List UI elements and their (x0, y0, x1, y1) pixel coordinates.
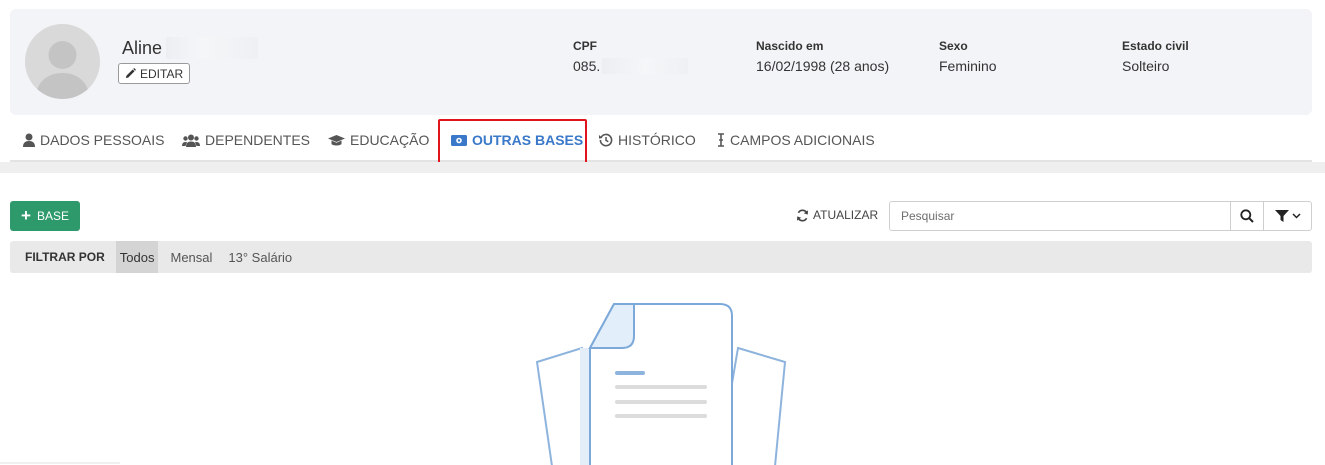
filter-option-mensal[interactable]: Mensal (162, 241, 220, 273)
tab-outras-bases[interactable]: OUTRAS BASES (451, 118, 583, 162)
history-icon (599, 133, 613, 147)
refresh-label: ATUALIZAR (813, 208, 879, 222)
tab-label: CAMPOS ADICIONAIS (730, 132, 875, 148)
add-base-button[interactable]: + BASE (10, 201, 80, 231)
chevron-down-icon (1291, 213, 1301, 219)
plus-icon: + (21, 205, 31, 225)
tab-educacao[interactable]: EDUCAÇÃO (328, 118, 429, 162)
sex-value: Feminino (939, 58, 997, 74)
search-box (889, 201, 1312, 231)
filter-dropdown-button[interactable] (1263, 202, 1311, 230)
filter-label: FILTRAR POR (25, 250, 105, 264)
text-cursor-icon (718, 133, 724, 147)
redacted-last-name (166, 37, 259, 59)
tab-label: DADOS PESSOAIS (40, 132, 165, 148)
profile-card: Aline EDITAR CPF 085. Nascido em 16/02/1… (10, 9, 1312, 115)
users-icon (182, 134, 200, 147)
civil-status-field: Estado civil Solteiro (1122, 39, 1189, 74)
filter-option-13-salario[interactable]: 13° Salário (220, 241, 300, 273)
first-name: Aline (122, 37, 163, 58)
empty-documents-illustration (535, 303, 787, 465)
tab-campos-adicionais[interactable]: CAMPOS ADICIONAIS (717, 118, 875, 162)
sex-field: Sexo Feminino (939, 39, 997, 74)
refresh-icon (796, 208, 809, 222)
birth-field: Nascido em 16/02/1998 (28 anos) (756, 39, 889, 74)
sex-label: Sexo (939, 39, 968, 53)
tab-label: OUTRAS BASES (472, 132, 584, 148)
tab-bar: DADOS PESSOAIS DEPENDENTES EDUCAÇÃO OUTR… (10, 118, 1312, 162)
tab-label: DEPENDENTES (205, 132, 311, 148)
tab-label: HISTÓRICO (618, 132, 696, 148)
add-base-label: BASE (36, 209, 69, 223)
edit-label: EDITAR (140, 66, 184, 81)
tab-dependentes[interactable]: DEPENDENTES (182, 118, 310, 162)
search-button[interactable] (1230, 202, 1263, 230)
user-icon (23, 133, 35, 147)
birth-value: 16/02/1998 (28 anos) (756, 58, 890, 74)
profile-name: Aline (122, 36, 259, 60)
edit-button[interactable]: EDITAR (118, 63, 191, 84)
redacted-cpf (602, 58, 689, 74)
filter-icon (1274, 210, 1289, 222)
search-input[interactable] (890, 202, 1230, 230)
filter-option-todos[interactable]: Todos (115, 241, 159, 273)
bottom-divider (0, 462, 120, 464)
graduation-cap-icon (328, 134, 345, 145)
cpf-value: 085. (573, 58, 601, 74)
pencil-icon (125, 68, 136, 79)
birth-label: Nascido em (756, 39, 824, 53)
filter-bar: FILTRAR POR Todos Mensal 13° Salário (10, 241, 1312, 273)
tab-historico[interactable]: HISTÓRICO (599, 118, 696, 162)
avatar (25, 24, 100, 99)
refresh-button[interactable]: ATUALIZAR (796, 206, 878, 224)
search-icon (1240, 209, 1254, 223)
tab-label: EDUCAÇÃO (350, 132, 430, 148)
cpf-field: CPF 085. (573, 39, 689, 74)
money-bill-icon (451, 134, 467, 146)
cpf-label: CPF (573, 39, 597, 53)
tab-dados-pessoais[interactable]: DADOS PESSOAIS (23, 118, 164, 162)
section-divider (0, 162, 1325, 173)
civil-status-label: Estado civil (1122, 39, 1189, 53)
civil-status-value: Solteiro (1122, 58, 1170, 74)
user-silhouette-icon (35, 41, 90, 99)
